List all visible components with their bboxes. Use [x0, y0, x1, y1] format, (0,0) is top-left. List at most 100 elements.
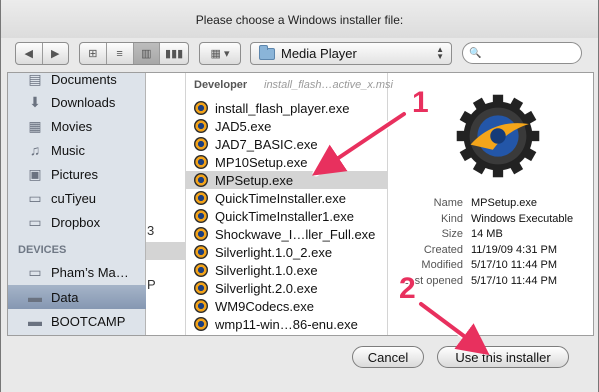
use-installer-button[interactable]: Use this installer	[437, 346, 569, 368]
file-info-value: 5/17/10 11:44 PM	[471, 259, 558, 271]
exe-file-icon	[194, 263, 208, 277]
file-name: JAD7_BASIC.exe	[215, 136, 318, 152]
file-row[interactable]: wmp11-win…86-enu.exe	[186, 315, 387, 333]
column-item-fragment[interactable]: 3	[147, 223, 154, 238]
file-name: wmp11-win…86-enu.exe	[215, 316, 358, 332]
exe-file-icon	[194, 209, 208, 223]
forward-button[interactable]: ▶	[43, 43, 69, 64]
exe-file-icon	[194, 155, 208, 169]
sidebar-item-computer[interactable]: ▭ Pham’s Ma…	[8, 260, 146, 284]
column-view-button[interactable]: ▥	[133, 43, 161, 64]
file-row[interactable]: QuickTimeInstaller1.exe	[186, 207, 387, 225]
file-info-key: Kind	[440, 212, 463, 225]
column-header: Developer install_flash…active_x.msi	[186, 79, 393, 97]
installer-chooser-dialog: Please choose a Windows installer file: …	[0, 0, 599, 392]
exe-file-icon	[194, 173, 208, 187]
file-name: QuickTimeInstaller1.exe	[215, 208, 354, 224]
exe-file-icon	[194, 299, 208, 313]
file-name: QuickTimeInstaller.exe	[215, 190, 347, 206]
disk-icon: ▬	[28, 289, 42, 305]
file-row[interactable]: Silverlight.1.0.exe	[186, 261, 387, 279]
file-info-row: Last opened 5/17/10 11:44 PM	[389, 275, 593, 287]
sidebar-item-pictures[interactable]: ▣ Pictures	[8, 162, 146, 186]
dialog-footer: Cancel Use this installer	[1, 336, 598, 392]
popup-arrows-icon: ▲ ▼	[436, 45, 444, 61]
back-button[interactable]: ◀	[16, 43, 43, 64]
nav-buttons: ◀ ▶	[15, 42, 69, 65]
file-row[interactable]: Silverlight.2.0.exe	[186, 279, 387, 297]
disk-icon: ▬	[28, 313, 42, 329]
sidebar: ▤ Documents ⬇ Downloads ▦ Movies ♫ Music…	[8, 73, 146, 335]
file-row[interactable]: Silverlight.1.0_2.exe	[186, 243, 387, 261]
parent-column: 3 P	[146, 73, 186, 335]
file-info-key: Name	[433, 197, 463, 209]
exe-file-icon	[194, 101, 208, 115]
sidebar-item-label: Downloads	[51, 94, 116, 110]
movies-icon: ▦	[28, 117, 42, 134]
toolbar: ◀ ▶ ⊞ ≡ ▥ ▮▮▮ ▦ ▾ Media Player ▲ ▼ 🔍	[1, 38, 598, 72]
file-name: Silverlight.1.0_2.exe	[215, 244, 333, 260]
search-icon: 🔍	[469, 47, 482, 59]
file-row[interactable]: MPSetup.exe	[186, 171, 387, 189]
file-info-key: Created	[423, 243, 463, 256]
file-info-row: Kind Windows Executable	[389, 212, 593, 225]
arrange-button[interactable]: ▦ ▾	[199, 42, 241, 65]
file-row[interactable]: Shockwave_I…ller_Full.exe	[186, 225, 387, 243]
file-row[interactable]: install_flash_player.exe	[186, 99, 387, 117]
file-info-value: 11/19/09 4:31 PM	[471, 243, 558, 256]
location-popup[interactable]: Media Player ▲ ▼	[250, 42, 452, 65]
sidebar-item-label: Pham’s Ma…	[51, 264, 129, 280]
dialog-title: Please choose a Windows installer file:	[1, 0, 598, 38]
annotation-marker-2: 2	[399, 272, 416, 305]
cancel-button[interactable]: Cancel	[352, 346, 424, 368]
file-name: Silverlight.2.0.exe	[215, 280, 318, 296]
sidebar-item-bootcamp[interactable]: ▬ BOOTCAMP	[8, 309, 146, 333]
exe-file-icon	[194, 227, 208, 241]
folder-icon: ▭	[28, 189, 42, 206]
file-name: MP10Setup.exe	[215, 154, 308, 170]
exe-file-icon	[194, 137, 208, 151]
file-column: Developer install_flash…active_x.msi ins…	[186, 73, 393, 335]
sidebar-item-downloads[interactable]: ⬇ Downloads	[8, 90, 146, 114]
sidebar-item-label: Music	[51, 142, 85, 158]
sidebar-item-label: cuTiyeu	[51, 190, 97, 206]
installer-app-icon	[456, 94, 540, 178]
sidebar-item-dropbox[interactable]: ▭ Dropbox	[8, 210, 146, 234]
folder-icon	[259, 44, 275, 60]
view-mode-buttons: ⊞ ≡ ▥ ▮▮▮	[79, 42, 189, 65]
file-row[interactable]: JAD7_BASIC.exe	[186, 135, 387, 153]
list-view-button[interactable]: ≡	[107, 43, 134, 64]
file-info-value: Windows Executable	[471, 212, 574, 225]
computer-icon: ▭	[28, 263, 42, 280]
file-name: Shockwave_I…ller_Full.exe	[215, 226, 376, 242]
file-row[interactable]: JAD5.exe	[186, 117, 387, 135]
sidebar-item-data[interactable]: ▬ Data	[8, 285, 146, 309]
parent-selection	[146, 242, 186, 260]
file-info-key: Size	[441, 228, 463, 240]
sidebar-item-music[interactable]: ♫ Music	[8, 138, 146, 162]
file-info-value: MPSetup.exe	[471, 197, 538, 209]
exe-file-icon	[194, 281, 208, 295]
sidebar-item-documents[interactable]: ▤ Documents	[8, 73, 146, 91]
exe-file-icon	[194, 245, 208, 259]
file-browser: ▤ Documents ⬇ Downloads ▦ Movies ♫ Music…	[7, 72, 594, 336]
coverflow-view-button[interactable]: ▮▮▮	[160, 43, 188, 64]
chevron-right-icon: ▶	[51, 48, 60, 60]
exe-file-icon	[194, 317, 208, 331]
file-name: JAD5.exe	[215, 118, 272, 134]
sidebar-item-movies[interactable]: ▦ Movies	[8, 114, 146, 138]
search-field[interactable]: 🔍	[462, 42, 582, 64]
pictures-icon: ▣	[28, 165, 42, 182]
file-info-row: Created 11/19/09 4:31 PM	[389, 243, 593, 256]
dropbox-icon: ▭	[28, 213, 42, 230]
file-info-row: Name MPSetup.exe	[389, 197, 593, 209]
file-row[interactable]: WM9Codecs.exe	[186, 297, 387, 315]
icon-view-button[interactable]: ⊞	[80, 43, 107, 64]
sidebar-item-label: Dropbox	[51, 214, 101, 230]
sidebar-item-cutiyeu[interactable]: ▭ cuTiyeu	[8, 186, 146, 210]
file-row[interactable]: MP10Setup.exe	[186, 153, 387, 171]
column-item-fragment[interactable]: P	[147, 277, 156, 292]
file-row[interactable]: QuickTimeInstaller.exe	[186, 189, 387, 207]
file-name: WM9Codecs.exe	[215, 298, 314, 314]
music-icon: ♫	[29, 142, 41, 158]
